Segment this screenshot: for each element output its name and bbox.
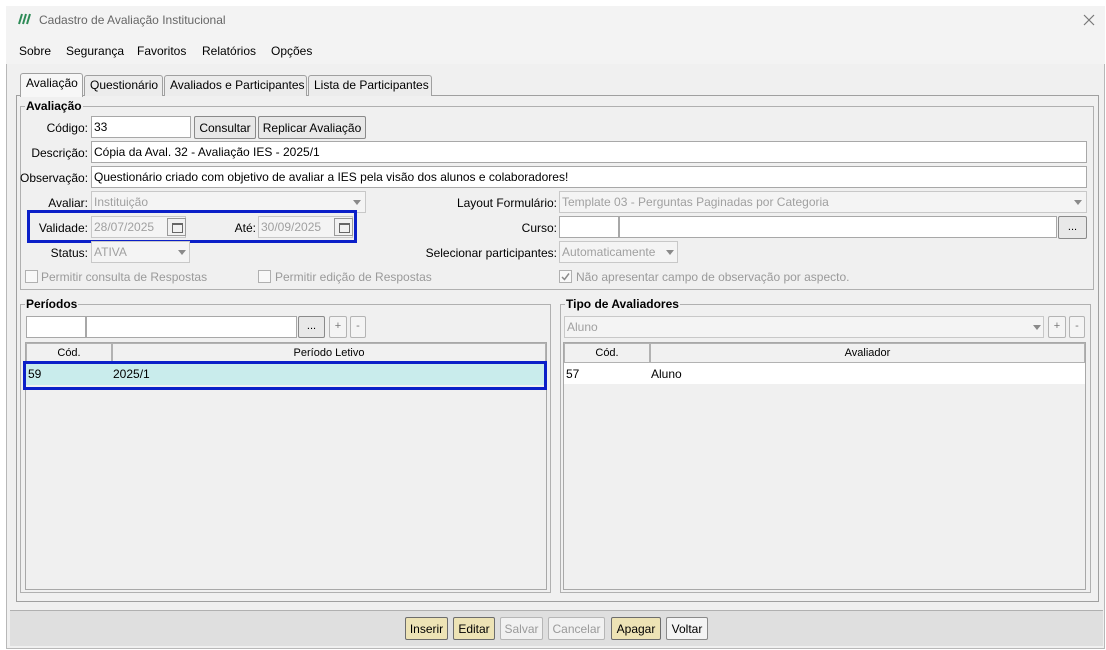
curso-search-button[interactable]: ... [1058,216,1087,239]
periodos-col-periodo[interactable]: Período Letivo [112,343,546,363]
inserir-button[interactable]: Inserir [405,617,448,640]
periodo-name-input[interactable] [86,316,297,338]
observacao-input[interactable]: Questionário criado com objetivo de aval… [91,166,1087,188]
voltar-button[interactable]: Voltar [666,617,708,640]
periodo-add-button[interactable]: + [329,316,347,338]
selecionar-participantes-label: Selecionar participantes: [425,246,557,260]
window-title: Cadastro de Avaliação Institucional [39,13,226,27]
avaliador-row-cod: 57 [566,367,580,381]
permitir-edicao-checkbox[interactable] [258,270,271,283]
avaliacao-group-title: Avaliação [25,99,83,113]
avaliadores-col-avaliador[interactable]: Avaliador [650,343,1085,363]
menu-sobre[interactable]: Sobre [19,44,51,58]
curso-code-input[interactable] [559,216,619,238]
avaliar-label: Avaliar: [48,196,88,210]
consultar-button[interactable]: Consultar [194,116,256,139]
descricao-label: Descrição: [31,146,88,160]
table-row[interactable] [564,363,1085,384]
replicar-avaliacao-button[interactable]: Replicar Avaliação [258,116,366,139]
nao-apresentar-observacao-checkbox[interactable] [559,270,572,283]
codigo-label: Código: [46,121,88,135]
status-label: Status: [50,246,88,260]
avaliador-row-avaliador: Aluno [651,367,682,381]
periodo-remove-button[interactable]: - [350,316,366,338]
periodos-group-title: Períodos [25,297,79,311]
permitir-edicao-label: Permitir edição de Respostas [275,270,432,284]
apagar-button[interactable]: Apagar [611,617,661,640]
permitir-consulta-checkbox[interactable] [25,270,38,283]
menu-seguranca[interactable]: Segurança [66,44,124,58]
avaliador-select[interactable]: Aluno [564,316,1044,338]
selecionar-participantes-select[interactable]: Automaticamente [559,241,678,263]
periodos-col-cod[interactable]: Cód. [26,343,112,363]
editar-button[interactable]: Editar [453,617,495,640]
periodo-code-input[interactable] [26,316,86,338]
chevron-down-icon [666,250,674,255]
close-icon[interactable] [1083,14,1095,26]
tab-avaliacao[interactable]: Avaliação [20,73,83,97]
nao-apresentar-observacao-label: Não apresentar campo de observação por a… [576,270,850,284]
app-logo-icon [18,13,31,25]
chevron-down-icon [1033,325,1041,330]
chevron-down-icon [353,200,361,205]
tab-avaliados-participantes[interactable]: Avaliados e Participantes [164,75,307,96]
chevron-down-icon [1074,200,1082,205]
tab-questionario[interactable]: Questionário [84,75,163,96]
codigo-input[interactable]: 33 [91,116,191,138]
curso-name-input[interactable] [619,216,1057,238]
menu-relatorios[interactable]: Relatórios [202,44,256,58]
status-select[interactable]: ATIVA [91,241,190,263]
layout-formulario-select[interactable]: Template 03 - Perguntas Paginadas por Ca… [559,191,1087,213]
menu-opcoes[interactable]: Opções [271,44,312,58]
avaliadores-col-cod[interactable]: Cód. [564,343,650,363]
observacao-label: Observação: [20,171,89,185]
chevron-down-icon [178,250,186,255]
descricao-input[interactable]: Cópia da Aval. 32 - Avaliação IES - 2025… [91,141,1087,163]
avaliadores-group-title: Tipo de Avaliadores [565,297,680,311]
avaliador-remove-button[interactable]: - [1069,316,1085,338]
highlight-box-periodo-row [23,361,547,390]
avaliador-add-button[interactable]: + [1048,316,1066,338]
menu-favoritos[interactable]: Favoritos [137,44,186,58]
highlight-box-validade [27,210,357,243]
layout-formulario-label: Layout Formulário: [456,196,557,210]
curso-label: Curso: [521,221,557,235]
cancelar-button[interactable]: Cancelar [548,617,605,640]
permitir-consulta-label: Permitir consulta de Respostas [41,270,208,284]
periodo-search-button[interactable]: ... [298,316,325,338]
salvar-button[interactable]: Salvar [500,617,543,640]
checkmark-icon [561,273,570,281]
tab-lista-participantes[interactable]: Lista de Participantes [308,75,432,96]
